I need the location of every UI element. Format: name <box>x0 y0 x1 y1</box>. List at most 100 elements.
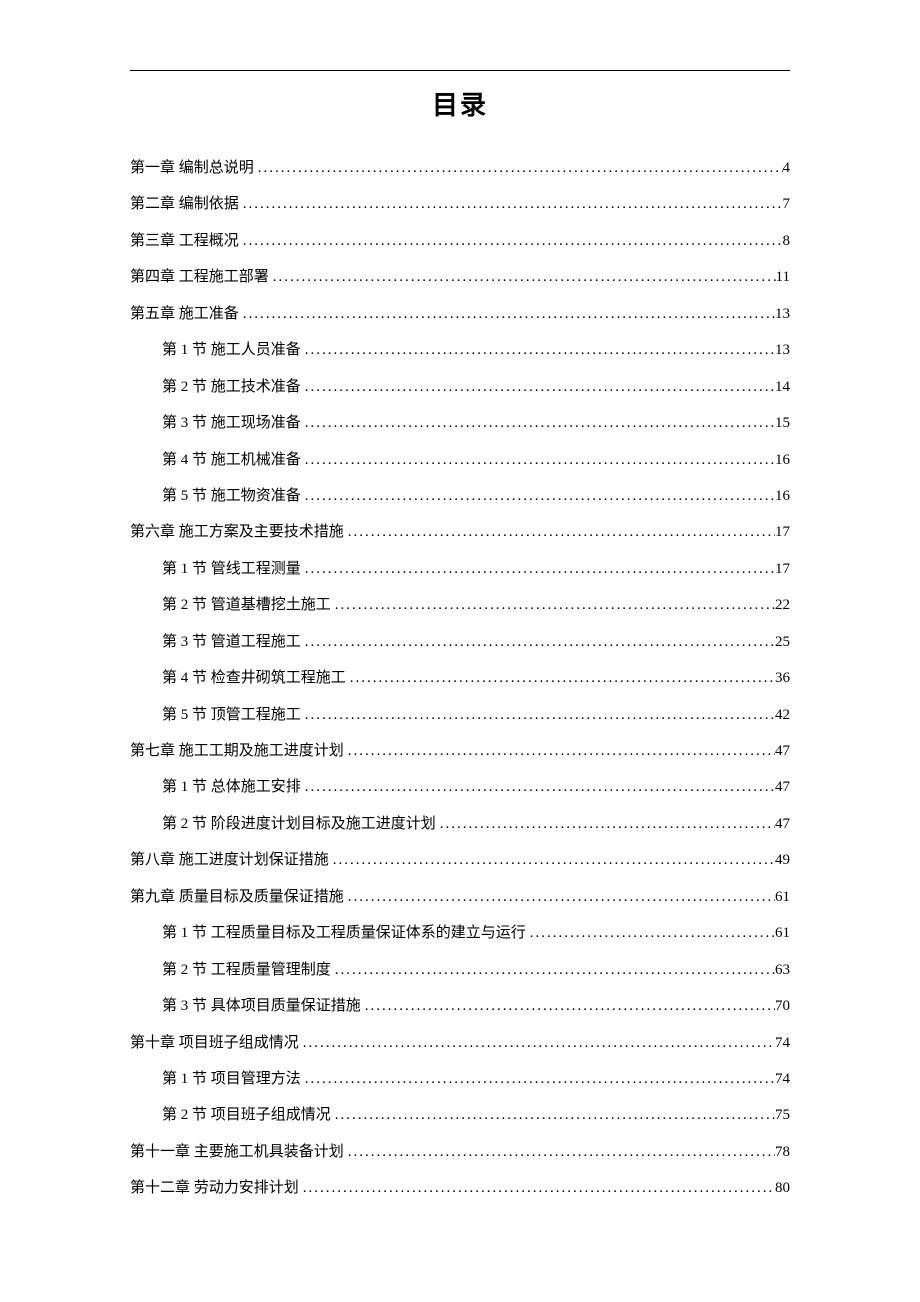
toc-page-number: 14 <box>775 369 790 405</box>
toc-entry[interactable]: 第 2 节 项目班子组成情况 75 <box>130 1097 790 1133</box>
toc-page-number: 49 <box>775 842 790 878</box>
toc-entry[interactable]: 第二章 编制依据 7 <box>130 186 790 222</box>
toc-leader-dots <box>301 624 775 660</box>
toc-page-number: 4 <box>783 150 791 186</box>
toc-list: 第一章 编制总说明4第二章 编制依据 7 第三章 工程概况 8 第四章 工程施工部署 11… <box>130 150 790 1207</box>
toc-page-number: 11 <box>776 259 790 295</box>
toc-entry[interactable]: 第十二章 劳动力安排计划 80 <box>130 1170 790 1206</box>
toc-entry[interactable]: 第 1 节 管线工程测量17 <box>130 551 790 587</box>
toc-label: 第 4 节 施工机械准备 <box>162 442 301 478</box>
toc-label: 第 4 节 检查井砌筑工程施工 <box>162 660 346 696</box>
toc-page-number: 78 <box>775 1134 790 1170</box>
toc-entry[interactable]: 第 4 节 施工机械准备16 <box>130 442 790 478</box>
toc-leader-dots <box>344 514 775 550</box>
toc-label: 第 5 节 施工物资准备 <box>162 478 301 514</box>
toc-label: 第 2 节 管道基槽挖土施工 <box>162 587 331 623</box>
toc-page-number: 25 <box>775 624 790 660</box>
toc-label: 第十一章 主要施工机具装备计划 <box>130 1134 344 1170</box>
toc-leader-dots <box>526 915 775 951</box>
toc-label: 第十章 项目班子组成情况 <box>130 1025 299 1061</box>
toc-page-number: 47 <box>775 769 790 805</box>
toc-page-number: 47 <box>775 806 790 842</box>
toc-entry[interactable]: 第 5 节 施工物资准备 16 <box>130 478 790 514</box>
toc-entry[interactable]: 第十章 项目班子组成情况 74 <box>130 1025 790 1061</box>
toc-label: 第 2 节 阶段进度计划目标及施工进度计划 <box>162 806 436 842</box>
toc-entry[interactable]: 第 1 节 工程质量目标及工程质量保证体系的建立与运行61 <box>130 915 790 951</box>
toc-entry[interactable]: 第 5 节 顶管工程施工 42 <box>130 697 790 733</box>
toc-leader-dots <box>301 769 775 805</box>
top-separator <box>130 70 790 71</box>
toc-leader-dots <box>301 478 775 514</box>
toc-leader-dots <box>344 733 775 769</box>
toc-entry[interactable]: 第 1 节 施工人员准备 13 <box>130 332 790 368</box>
toc-label: 第七章 施工工期及施工进度计划 <box>130 733 344 769</box>
toc-page-number: 74 <box>775 1025 790 1061</box>
toc-leader-dots <box>331 1097 775 1133</box>
toc-page-number: 16 <box>775 478 790 514</box>
toc-entry[interactable]: 第 3 节 具体项目质量保证措施70 <box>130 988 790 1024</box>
toc-page-number: 42 <box>775 697 790 733</box>
toc-leader-dots <box>361 988 775 1024</box>
toc-entry[interactable]: 第一章 编制总说明4 <box>130 150 790 186</box>
toc-label: 第十二章 劳动力安排计划 <box>130 1170 299 1206</box>
toc-entry[interactable]: 第五章 施工准备 13 <box>130 296 790 332</box>
toc-entry[interactable]: 第九章 质量目标及质量保证措施 61 <box>130 879 790 915</box>
toc-page-number: 22 <box>775 587 790 623</box>
toc-leader-dots <box>301 332 775 368</box>
toc-entry[interactable]: 第 2 节 管道基槽挖土施工 22 <box>130 587 790 623</box>
toc-label: 第 1 节 管线工程测量 <box>162 551 301 587</box>
toc-entry[interactable]: 第 3 节 施工现场准备 15 <box>130 405 790 441</box>
toc-leader-dots <box>239 296 775 332</box>
toc-entry[interactable]: 第八章 施工进度计划保证措施 49 <box>130 842 790 878</box>
toc-entry[interactable]: 第 3 节 管道工程施工 25 <box>130 624 790 660</box>
toc-page-number: 61 <box>775 915 790 951</box>
toc-leader-dots <box>301 551 775 587</box>
toc-entry[interactable]: 第 2 节 施工技术准备 14 <box>130 369 790 405</box>
toc-label: 第三章 工程概况 <box>130 223 239 259</box>
toc-page-number: 15 <box>775 405 790 441</box>
toc-leader-dots <box>301 697 775 733</box>
toc-page-number: 61 <box>775 879 790 915</box>
toc-page-number: 74 <box>775 1061 790 1097</box>
toc-page-number: 8 <box>783 223 791 259</box>
toc-page-number: 80 <box>775 1170 790 1206</box>
toc-entry[interactable]: 第四章 工程施工部署 11 <box>130 259 790 295</box>
toc-leader-dots <box>299 1025 775 1061</box>
toc-leader-dots <box>329 842 775 878</box>
toc-leader-dots <box>344 1134 775 1170</box>
toc-label: 第 2 节 工程质量管理制度 <box>162 952 331 988</box>
toc-label: 第八章 施工进度计划保证措施 <box>130 842 329 878</box>
toc-label: 第四章 工程施工部署 <box>130 259 269 295</box>
toc-leader-dots <box>331 587 775 623</box>
toc-entry[interactable]: 第 4 节 检查井砌筑工程施工36 <box>130 660 790 696</box>
toc-entry[interactable]: 第三章 工程概况 8 <box>130 223 790 259</box>
toc-entry[interactable]: 第 1 节 总体施工安排47 <box>130 769 790 805</box>
toc-label: 第 3 节 施工现场准备 <box>162 405 301 441</box>
toc-page-number: 13 <box>775 296 790 332</box>
toc-entry[interactable]: 第 1 节 项目管理方法74 <box>130 1061 790 1097</box>
toc-label: 第六章 施工方案及主要技术措施 <box>130 514 344 550</box>
toc-label: 第 2 节 施工技术准备 <box>162 369 301 405</box>
toc-label: 第二章 编制依据 <box>130 186 239 222</box>
toc-label: 第九章 质量目标及质量保证措施 <box>130 879 344 915</box>
toc-entry[interactable]: 第六章 施工方案及主要技术措施17 <box>130 514 790 550</box>
toc-leader-dots <box>301 1061 775 1097</box>
toc-label: 第 3 节 管道工程施工 <box>162 624 301 660</box>
toc-label: 第 5 节 顶管工程施工 <box>162 697 301 733</box>
toc-leader-dots <box>239 186 783 222</box>
toc-leader-dots <box>344 879 775 915</box>
toc-entry[interactable]: 第 2 节 阶段进度计划目标及施工进度计划 47 <box>130 806 790 842</box>
toc-leader-dots <box>301 442 775 478</box>
toc-page-number: 75 <box>775 1097 790 1133</box>
toc-page-number: 7 <box>783 186 791 222</box>
toc-page-number: 13 <box>775 332 790 368</box>
toc-page-number: 63 <box>775 952 790 988</box>
toc-label: 第 2 节 项目班子组成情况 <box>162 1097 331 1133</box>
toc-entry[interactable]: 第 2 节 工程质量管理制度 63 <box>130 952 790 988</box>
toc-label: 第 1 节 施工人员准备 <box>162 332 301 368</box>
toc-label: 第 3 节 具体项目质量保证措施 <box>162 988 361 1024</box>
toc-label: 第五章 施工准备 <box>130 296 239 332</box>
toc-entry[interactable]: 第七章 施工工期及施工进度计划47 <box>130 733 790 769</box>
toc-entry[interactable]: 第十一章 主要施工机具装备计划 78 <box>130 1134 790 1170</box>
toc-leader-dots <box>299 1170 775 1206</box>
